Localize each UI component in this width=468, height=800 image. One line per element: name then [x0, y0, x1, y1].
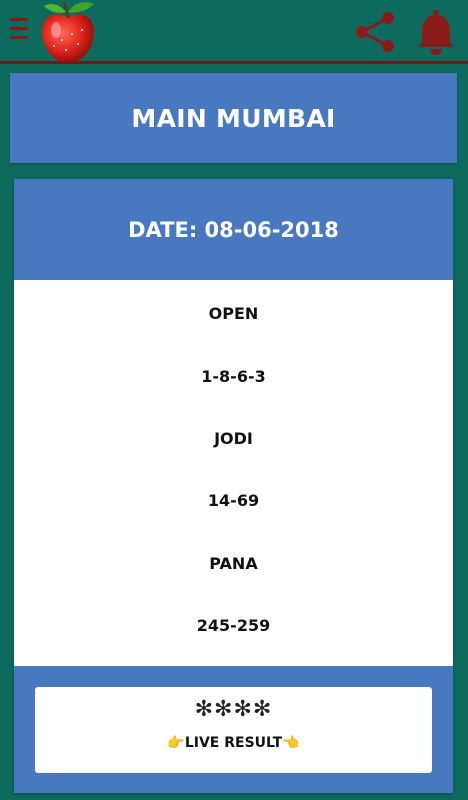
jodi-value: 14-69: [207, 491, 260, 510]
result-values-panel: OPEN 1-8-6-3 JODI 14-69 PANA 245-259: [14, 280, 453, 666]
market-title: MAIN MUMBAI: [131, 103, 336, 133]
live-result-button[interactable]: ✻✻✻✻ 👉LIVE RESULT👈: [35, 687, 432, 773]
date-row: DATE: 08-06-2018: [14, 179, 453, 280]
live-result-stars: ✻✻✻✻: [194, 697, 273, 722]
hamburger-menu-icon[interactable]: [10, 18, 28, 42]
open-label: OPEN: [208, 304, 259, 323]
top-app-bar: [0, 0, 468, 64]
live-result-label: 👉LIVE RESULT👈: [167, 735, 300, 751]
pana-label: PANA: [209, 554, 258, 573]
result-date: DATE: 08-06-2018: [128, 217, 339, 242]
market-title-card: MAIN MUMBAI: [10, 73, 457, 163]
share-icon[interactable]: [350, 10, 398, 54]
bell-icon[interactable]: [414, 8, 458, 56]
pana-value: 245-259: [196, 616, 271, 635]
jodi-label: JODI: [214, 429, 253, 448]
result-card: DATE: 08-06-2018 OPEN 1-8-6-3 JODI 14-69…: [14, 179, 453, 793]
open-value: 1-8-6-3: [201, 367, 266, 386]
apple-logo-icon[interactable]: [36, 0, 100, 64]
